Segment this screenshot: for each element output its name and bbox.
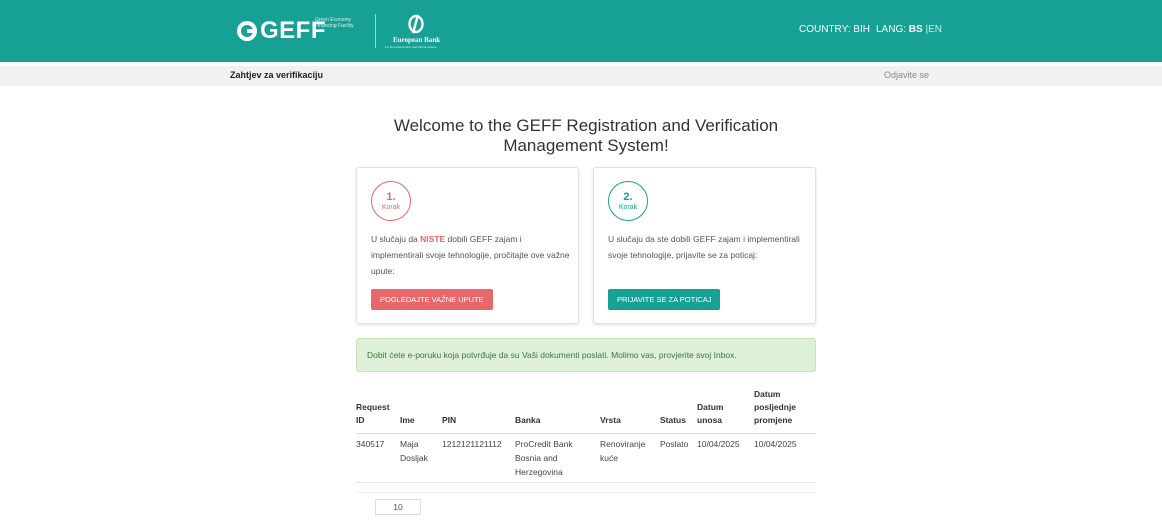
logout-link[interactable]: Odjavite se xyxy=(884,70,929,80)
partner-name: European Bank xyxy=(393,36,441,44)
col-header-request-id: Request ID xyxy=(356,402,390,425)
step-card-1: 1. Korak U slučaju da NISTE dobili GEFF … xyxy=(356,167,579,324)
cell-datum-unosa: 10/04/2025 xyxy=(697,439,740,449)
geff-logo[interactable]: GEFF xyxy=(237,16,326,46)
step-1-description: U slučaju da NISTE dobili GEFF zajam i i… xyxy=(371,231,571,279)
step-number: 1. xyxy=(386,191,396,203)
col-header-datum-promjene: Datum posljednje promjene xyxy=(754,389,797,425)
geff-logo-icon xyxy=(237,21,257,41)
step-1-text-before: U slučaju da xyxy=(371,234,421,244)
country-label: COUNTRY: BIH xyxy=(799,24,870,35)
col-header-datum-unosa: Datum unosa xyxy=(697,402,724,425)
geff-logo-tagline: Green Economy Financing Facility xyxy=(315,17,354,29)
lang-option-en[interactable]: EN xyxy=(928,24,942,35)
col-header-banka: Banka xyxy=(515,415,541,425)
language-switcher: LANG: BS |EN xyxy=(876,24,942,35)
col-header-ime: Ime xyxy=(400,415,415,425)
cell-vrsta: Renoviranje kuće xyxy=(600,439,646,463)
step-label: Korak xyxy=(381,204,401,211)
lang-prefix: LANG: xyxy=(876,24,907,35)
step-badge-1: 1. Korak xyxy=(371,181,411,221)
table-header-divider xyxy=(356,433,816,434)
cell-banka: ProCredit Bank Bosnia and Herzegovina xyxy=(515,439,573,477)
cell-status: Poslato xyxy=(660,439,689,449)
top-header: GEFF Green Economy Financing Facility Eu… xyxy=(0,0,1162,62)
step-1-text-highlight: NISTE xyxy=(420,234,446,244)
step-card-2: 2. Korak U slučaju da ste dobili GEFF za… xyxy=(593,167,816,324)
ebrd-logo-icon xyxy=(408,14,424,34)
step-2-description: U slučaju da ste dobili GEFF zajam i imp… xyxy=(608,234,800,260)
success-alert: Dobit ćete e-poruku koja potvrđuje da su… xyxy=(356,338,816,372)
cell-ime: Maja Dosljak xyxy=(400,439,428,463)
view-instructions-button[interactable]: POGLEDAJTE VAŽNE UPUTE xyxy=(371,289,493,310)
welcome-heading: Welcome to the GEFF Registration and Ver… xyxy=(393,116,779,155)
col-header-status: Status xyxy=(660,415,686,425)
col-header-pin: PIN xyxy=(442,415,457,425)
partner-subtitle: for Reconstruction and Development xyxy=(385,45,437,49)
table-footer-divider xyxy=(356,492,816,493)
page-size-select[interactable]: 10 xyxy=(375,499,421,515)
page-title: Zahtjev za verifikaciju xyxy=(230,70,324,80)
step-badge-2: 2. Korak xyxy=(608,181,648,221)
table-row-divider xyxy=(356,482,816,483)
logo-divider xyxy=(375,14,376,48)
apply-incentive-button[interactable]: PRIJAVITE SE ZA POTICAJ xyxy=(608,289,721,310)
step-number: 2. xyxy=(623,191,633,203)
sub-header: Zahtjev za verifikaciju Odjavite se xyxy=(0,66,1162,86)
lang-option-bs[interactable]: BS xyxy=(909,24,923,35)
cell-datum-promjene: 10/04/2025 xyxy=(754,439,797,449)
col-header-vrsta: Vrsta xyxy=(600,415,621,425)
step-label: Korak xyxy=(618,204,638,211)
cell-pin: 1212121121112 xyxy=(442,439,502,449)
cell-request-id: 340517 xyxy=(356,439,385,449)
